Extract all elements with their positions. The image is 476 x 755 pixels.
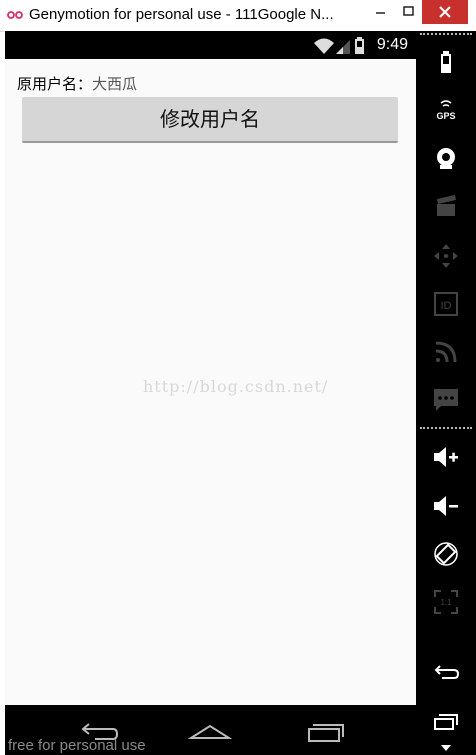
close-button[interactable] [422, 0, 468, 24]
video-capture-icon[interactable] [426, 192, 466, 222]
status-time: 9:49 [376, 36, 408, 53]
close-icon [439, 6, 451, 18]
recent-apps-icon[interactable] [426, 707, 466, 737]
change-username-button[interactable]: 修改用户名 [22, 97, 398, 143]
gps-icon[interactable]: GPS [426, 95, 466, 125]
volume-up-icon[interactable] [426, 442, 466, 472]
maximize-icon [403, 6, 414, 16]
volume-down-icon[interactable] [426, 491, 466, 521]
minimize-button[interactable] [365, 0, 397, 24]
sidebar-divider [420, 33, 472, 35]
signal-icon [336, 40, 350, 54]
device-id-icon[interactable]: ID [426, 289, 466, 319]
window-title-bar: Genymotion for personal use - 111Google … [0, 0, 476, 32]
menu-icon[interactable] [426, 739, 466, 755]
sidebar-divider [420, 427, 472, 429]
rotate-icon[interactable] [426, 539, 466, 569]
original-username-value: 大西瓜 [92, 75, 138, 93]
device-frame: 9:49 原用户名：大西瓜 修改用户名 http://blog.csdn.net… [5, 31, 416, 755]
home-icon[interactable] [188, 721, 232, 743]
battery-status-icon [355, 37, 364, 54]
dpad-icon[interactable] [426, 241, 466, 271]
genymotion-sidebar: GPS ID 1:1 [416, 31, 476, 755]
original-username-label: 原用户名： [17, 75, 93, 93]
battery-icon[interactable] [426, 47, 466, 77]
status-bar: 9:49 [5, 31, 416, 59]
sms-icon[interactable] [426, 385, 466, 415]
back-icon[interactable] [426, 659, 466, 689]
minimize-icon [376, 12, 385, 14]
svg-text:GPS: GPS [436, 111, 455, 121]
rss-icon[interactable] [426, 337, 466, 367]
wifi-icon [314, 38, 334, 54]
maximize-button[interactable] [397, 0, 422, 24]
svg-text:ID: ID [441, 300, 452, 312]
window-title: Genymotion for personal use - 111Google … [29, 6, 334, 23]
recent-apps-icon[interactable] [305, 721, 347, 743]
personal-use-footer: free for personal use [8, 737, 146, 754]
scale-icon[interactable]: 1:1 [426, 587, 466, 617]
watermark: http://blog.csdn.net/ [143, 377, 329, 396]
app-screen: 原用户名：大西瓜 修改用户名 http://blog.csdn.net/ [5, 59, 416, 705]
status-icons [314, 37, 364, 54]
original-username-row: 原用户名：大西瓜 [17, 73, 137, 94]
svg-text:1:1: 1:1 [440, 598, 452, 607]
camera-icon[interactable] [426, 144, 466, 174]
genymotion-logo-icon [7, 11, 23, 19]
